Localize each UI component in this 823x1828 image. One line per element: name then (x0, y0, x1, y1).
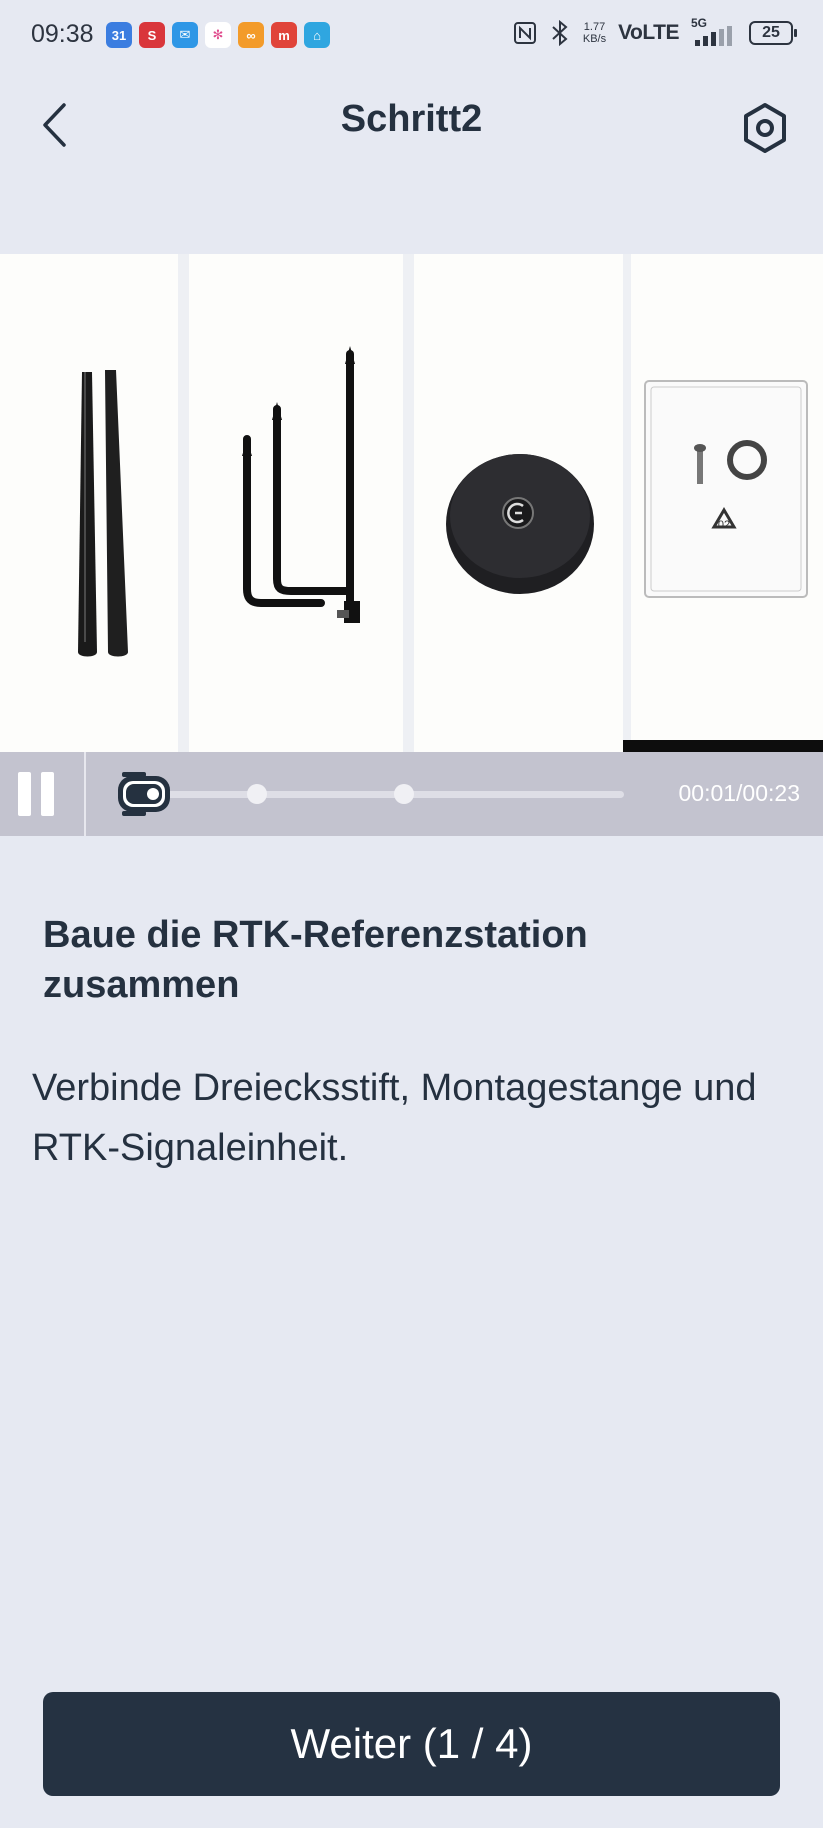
bluetooth-icon (552, 20, 568, 46)
page-title: Schritt2 (340, 98, 483, 140)
battery-level: 25 (762, 24, 780, 41)
s-app-icon: S (139, 22, 165, 48)
video-time: 00:01/00:23 (678, 780, 800, 806)
battery-icon: 25 (749, 21, 797, 45)
chapter-marker[interactable] (394, 784, 414, 804)
video-panel-stakes (189, 254, 403, 752)
video-panel-poles (0, 254, 178, 752)
video-frame-border (623, 740, 823, 752)
triangle-stake-image (242, 346, 360, 623)
volte-label: VoLTE (618, 21, 679, 44)
app-icon: m (271, 22, 297, 48)
pinwheel-icon: ✻ (205, 22, 231, 48)
status-time: 09:38 (31, 20, 94, 48)
settings-button[interactable] (737, 98, 793, 158)
svg-text:02: 02 (718, 519, 730, 531)
status-bar: 09:38 31 S ✉ ✻ ∞ m ⌂ 1.77 KB/s VoLTE 5G … (0, 0, 823, 72)
calendar-icon: 31 (106, 22, 132, 48)
network-speed-unit: KB/s (582, 33, 607, 45)
pause-icon-bar-right (41, 772, 54, 816)
pause-icon-bar-left (18, 772, 31, 816)
video-panel-accessories: 02 (623, 254, 823, 752)
pause-button[interactable] (18, 772, 66, 816)
chapter-marker[interactable] (247, 784, 267, 804)
system-icons: 1.77 KB/s VoLTE 5G 25 (513, 16, 797, 46)
video-player[interactable]: 02 (0, 254, 823, 752)
notification-icons: 31 S ✉ ✻ ∞ m ⌂ (106, 22, 330, 48)
step-description: Verbinde Dreiecksstift, Montagestange un… (32, 1067, 757, 1169)
signal-icon: 5G (691, 16, 737, 46)
link-icon: ∞ (238, 22, 264, 48)
next-button[interactable]: Weiter (1 / 4) (43, 1692, 780, 1796)
nfc-icon (513, 22, 536, 44)
video-controls: 00:01/00:23 (0, 752, 823, 836)
mower-icon (118, 772, 170, 816)
progress-thumb[interactable] (116, 771, 174, 817)
step-heading: Baue die RTK-Referenzstation zusammen (43, 914, 588, 1006)
network-speed-value: 1.77 (583, 21, 606, 33)
mounting-poles-image (78, 370, 128, 657)
mail-icon: ✉ (172, 22, 198, 48)
screw-bag-image: 02 (644, 380, 808, 598)
video-panel-signal-unit (414, 254, 623, 752)
home-icon: ⌂ (304, 22, 330, 48)
controls-divider (84, 752, 86, 836)
network-speed: 1.77 KB/s (583, 21, 606, 45)
settings-icon (744, 103, 786, 153)
rtk-signal-unit-image (446, 454, 594, 594)
progress-track[interactable] (150, 791, 624, 798)
